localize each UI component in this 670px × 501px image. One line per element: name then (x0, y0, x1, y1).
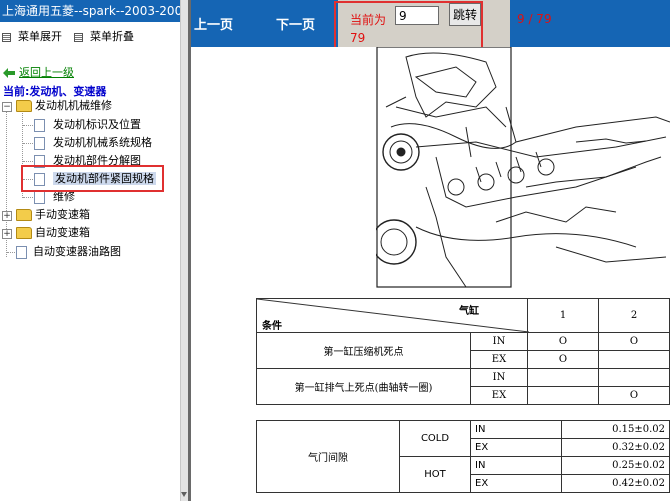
back-arrow-icon (3, 68, 15, 78)
cell-empty (598, 368, 670, 387)
cold-in-value: 0.15±0.02 (561, 420, 670, 439)
menu-expand-button[interactable]: 菜单展开 (2, 30, 62, 44)
valve-ex: EX (470, 386, 528, 405)
valve-in: IN (470, 368, 528, 387)
menu-collapse-button[interactable]: 菜单折叠 (74, 30, 134, 44)
document-icon (34, 118, 45, 132)
tree-item-label: 发动机标识及位置 (53, 118, 141, 131)
cold-ex-value: 0.32±0.02 (561, 438, 670, 457)
menu-collapse-icon (74, 32, 83, 42)
tree-line (23, 161, 33, 162)
tree-folder-manual[interactable]: 手动变速箱 (16, 207, 90, 223)
expand-toggle-icon[interactable]: + (2, 211, 12, 221)
prev-page-button[interactable]: 上一页 (194, 14, 233, 33)
highlight-box (21, 165, 164, 192)
menu-expand-label: 菜单展开 (18, 30, 62, 43)
current-location: 当前:发动机、变速器 (3, 85, 107, 98)
valve-clearance-table: 气门间隙 COLD IN 0.15±0.02 EX 0.32±0.02 HOT … (256, 420, 670, 493)
scroll-down-arrow-icon[interactable] (181, 492, 187, 497)
cell-mark: O (527, 350, 599, 369)
tree-item-label: 自动变速器油路图 (33, 245, 121, 258)
tree-folder-label: 自动变速箱 (35, 226, 90, 239)
cell-empty (527, 386, 599, 405)
valve-in: IN (470, 420, 562, 439)
col-header-2: 2 (598, 298, 670, 333)
cell-empty (598, 350, 670, 369)
window-title: 上海通用五菱--spark--2003-2006 (0, 0, 180, 22)
menu-expand-icon (2, 32, 11, 42)
tree-item[interactable]: 发动机机械系统规格 (34, 135, 152, 151)
header-cylinder: 气缸 (459, 306, 479, 317)
next-page-button[interactable]: 下一页 (276, 14, 315, 33)
cell-mark: O (598, 332, 670, 351)
folder-icon (16, 209, 32, 221)
expand-toggle-icon[interactable]: + (2, 229, 12, 239)
tree-line (7, 252, 15, 253)
tree-file-oil-circuit[interactable]: 自动变速器油路图 (16, 244, 121, 260)
cell-empty (527, 368, 599, 387)
valve-in: IN (470, 332, 528, 351)
tree-folder-engine-mech[interactable]: 发动机机械维修 (16, 98, 112, 114)
folder-icon (16, 227, 32, 239)
row-label-compression-tdc: 第一缸压缩机死点 (256, 332, 471, 369)
cell-mark: O (527, 332, 599, 351)
valve-ex: EX (470, 474, 562, 493)
document-icon (34, 190, 45, 204)
tree-line (23, 125, 33, 126)
folder-open-icon (16, 100, 32, 112)
document-icon (16, 245, 27, 259)
tree-line (23, 143, 33, 144)
document-page: 气缸 条件 1 2 第一缸压缩机死点 IN O O EX O 第一缸排气上死点(… (191, 47, 670, 501)
valve-ex: EX (470, 350, 528, 369)
hot-ex-value: 0.42±0.02 (561, 474, 670, 493)
valve-in: IN (470, 456, 562, 475)
tree-folder-auto[interactable]: 自动变速箱 (16, 225, 90, 241)
back-label: 返回上一级 (19, 66, 74, 79)
col-header-1: 1 (527, 298, 599, 333)
tree-pane: 上海通用五菱--spark--2003-2006 菜单展开 菜单折叠 返回上一级… (0, 0, 180, 501)
back-link[interactable]: 返回上一级 (3, 64, 74, 80)
tree-folder-label: 手动变速箱 (35, 208, 90, 221)
tree-line (23, 197, 33, 198)
valve-clearance-label: 气门间隙 (256, 420, 400, 493)
table-corner-cell: 气缸 条件 (256, 298, 529, 333)
diagonal-line (257, 299, 529, 332)
page-counter: 9 / 79 (517, 12, 552, 26)
header-condition: 条件 (262, 321, 282, 332)
hot-label: HOT (399, 456, 471, 493)
document-icon (34, 136, 45, 150)
menu-collapse-label: 菜单折叠 (90, 30, 134, 43)
valve-ex: EX (470, 438, 562, 457)
row-label-exhaust-tdc: 第一缸排气上死点(曲轴转一圈) (256, 368, 471, 405)
tdc-table: 气缸 条件 1 2 第一缸压缩机死点 IN O O EX O 第一缸排气上死点(… (256, 298, 670, 405)
tree-item-label: 发动机机械系统规格 (53, 136, 152, 149)
cell-mark: O (598, 386, 670, 405)
hot-in-value: 0.25±0.02 (561, 456, 670, 475)
cold-label: COLD (399, 420, 471, 457)
collapse-toggle-icon[interactable]: − (2, 102, 12, 112)
tree-item[interactable]: 发动机标识及位置 (34, 117, 141, 133)
tree-folder-label: 发动机机械维修 (35, 99, 112, 112)
engine-diagram-image (376, 47, 670, 288)
